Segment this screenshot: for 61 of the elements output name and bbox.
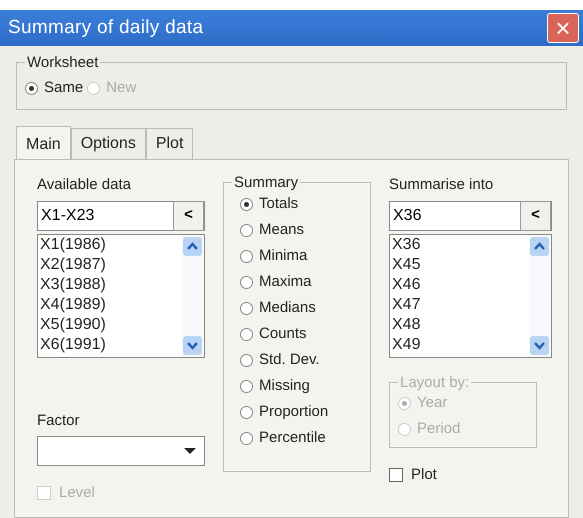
radio-label: New xyxy=(106,78,136,98)
scrollbar[interactable] xyxy=(529,234,551,356)
list-item[interactable]: X49 xyxy=(390,334,529,354)
radio-label: Totals xyxy=(259,194,298,214)
radio-label: Proportion xyxy=(259,402,328,422)
input-field[interactable]: X36 < xyxy=(389,200,552,230)
radio-label: Counts xyxy=(259,324,307,344)
radio-button[interactable] xyxy=(240,198,253,210)
list-item[interactable]: X2(1987) xyxy=(38,254,182,274)
list-item[interactable]: X46 xyxy=(390,274,529,294)
tab[interactable]: Main xyxy=(16,126,71,160)
radio-button[interactable] xyxy=(240,354,253,366)
radio-label: Minima xyxy=(259,246,308,266)
tab[interactable]: Options xyxy=(70,128,146,159)
radio-button[interactable] xyxy=(240,432,253,444)
list-item[interactable]: X5(1990) xyxy=(38,314,182,334)
radio-label: Percentile xyxy=(259,428,326,448)
field-label: Factor xyxy=(37,410,81,430)
radio-button[interactable] xyxy=(240,328,253,340)
radio-button[interactable] xyxy=(240,380,253,392)
tab[interactable]: Plot xyxy=(146,128,194,159)
checkbox-label: Plot xyxy=(411,464,437,484)
list-item[interactable]: X1(1986) xyxy=(38,234,182,254)
radio-label: Missing xyxy=(259,376,310,396)
list-box[interactable]: X1(1986) X2(1987) X3(1988) X4(1989) X5(1990) X6(1991) xyxy=(37,234,205,358)
dropdown-arrow-icon[interactable] xyxy=(182,446,196,456)
field-label: Summarise into xyxy=(389,175,494,195)
radio-button[interactable] xyxy=(240,250,253,262)
radio-button[interactable] xyxy=(240,302,253,314)
radio-label: Period xyxy=(417,419,460,440)
radio-label: Medians xyxy=(259,298,316,318)
input-field[interactable]: X1-X23 < xyxy=(37,200,205,230)
radio-label: Maxima xyxy=(259,272,312,292)
field-label: Available data xyxy=(37,175,132,195)
list-item[interactable]: X36 xyxy=(390,234,529,254)
back-button[interactable]: < xyxy=(520,200,551,230)
list-item[interactable]: X4(1989) xyxy=(38,294,182,314)
list-item[interactable]: X48 xyxy=(390,314,529,334)
list-item[interactable]: X3(1988) xyxy=(38,274,182,294)
radio-button[interactable] xyxy=(240,406,253,418)
checkbox[interactable] xyxy=(389,468,403,482)
scrollbar[interactable] xyxy=(182,234,204,356)
scroll-down-icon[interactable] xyxy=(530,336,549,354)
list-box[interactable]: X36 X45 X46 X47 X48 X49 xyxy=(389,234,552,358)
scroll-up-icon[interactable] xyxy=(530,236,549,256)
radio-button[interactable] xyxy=(240,224,253,236)
back-button[interactable]: < xyxy=(172,200,204,230)
window-title: Summary of daily data xyxy=(8,16,204,40)
list-item[interactable]: X45 xyxy=(390,254,529,274)
close-button[interactable]: × xyxy=(547,13,579,43)
list-item[interactable]: X6(1991) xyxy=(38,334,182,354)
checkbox-label: Level xyxy=(59,483,95,503)
radio-button[interactable] xyxy=(25,82,38,94)
scroll-down-icon[interactable] xyxy=(183,336,202,354)
radio-label: Same xyxy=(44,78,84,98)
list-item[interactable]: X47 xyxy=(390,294,529,314)
scroll-up-icon[interactable] xyxy=(183,236,202,256)
radio-button[interactable] xyxy=(240,276,253,288)
radio-label: Year xyxy=(417,393,448,414)
radio-label: Std. Dev. xyxy=(259,350,320,370)
radio-label: Means xyxy=(259,220,304,240)
